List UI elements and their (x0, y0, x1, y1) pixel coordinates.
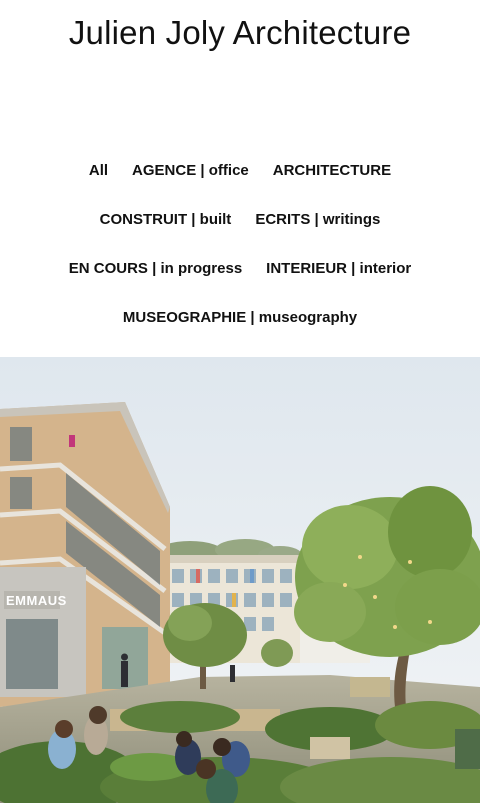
filter-agence-office[interactable]: AGENCE | office (132, 162, 249, 179)
filter-row-4: MUSEOGRAPHIE | museography (0, 293, 480, 342)
portfolio-filter-nav: All AGENCE | office ARCHITECTURE CONSTRU… (0, 146, 480, 342)
project-hero-image[interactable]: EMMAUS (0, 357, 480, 803)
filter-row-3: EN COURS | in progress INTERIEUR | inter… (0, 244, 480, 293)
filter-ecrits-writings[interactable]: ECRITS | writings (255, 211, 380, 228)
filter-row-2: CONSTRUIT | built ECRITS | writings (0, 195, 480, 244)
courtyard-garden-rendering: EMMAUS (0, 357, 480, 803)
filter-all[interactable]: All (89, 162, 108, 179)
filter-architecture[interactable]: ARCHITECTURE (273, 162, 391, 179)
page: Julien Joly Architecture All AGENCE | of… (0, 0, 480, 803)
filter-museographie-museography[interactable]: MUSEOGRAPHIE | museography (123, 309, 357, 326)
filter-construit-built[interactable]: CONSTRUIT | built (100, 211, 232, 228)
site-title[interactable]: Julien Joly Architecture (0, 14, 480, 52)
filter-row-1: All AGENCE | office ARCHITECTURE (0, 146, 480, 195)
left-building: EMMAUS (0, 402, 170, 707)
filter-en-cours-in-progress[interactable]: EN COURS | in progress (69, 260, 242, 277)
emmaus-sign: EMMAUS (6, 593, 67, 608)
filter-interieur-interior[interactable]: INTERIEUR | interior (266, 260, 411, 277)
